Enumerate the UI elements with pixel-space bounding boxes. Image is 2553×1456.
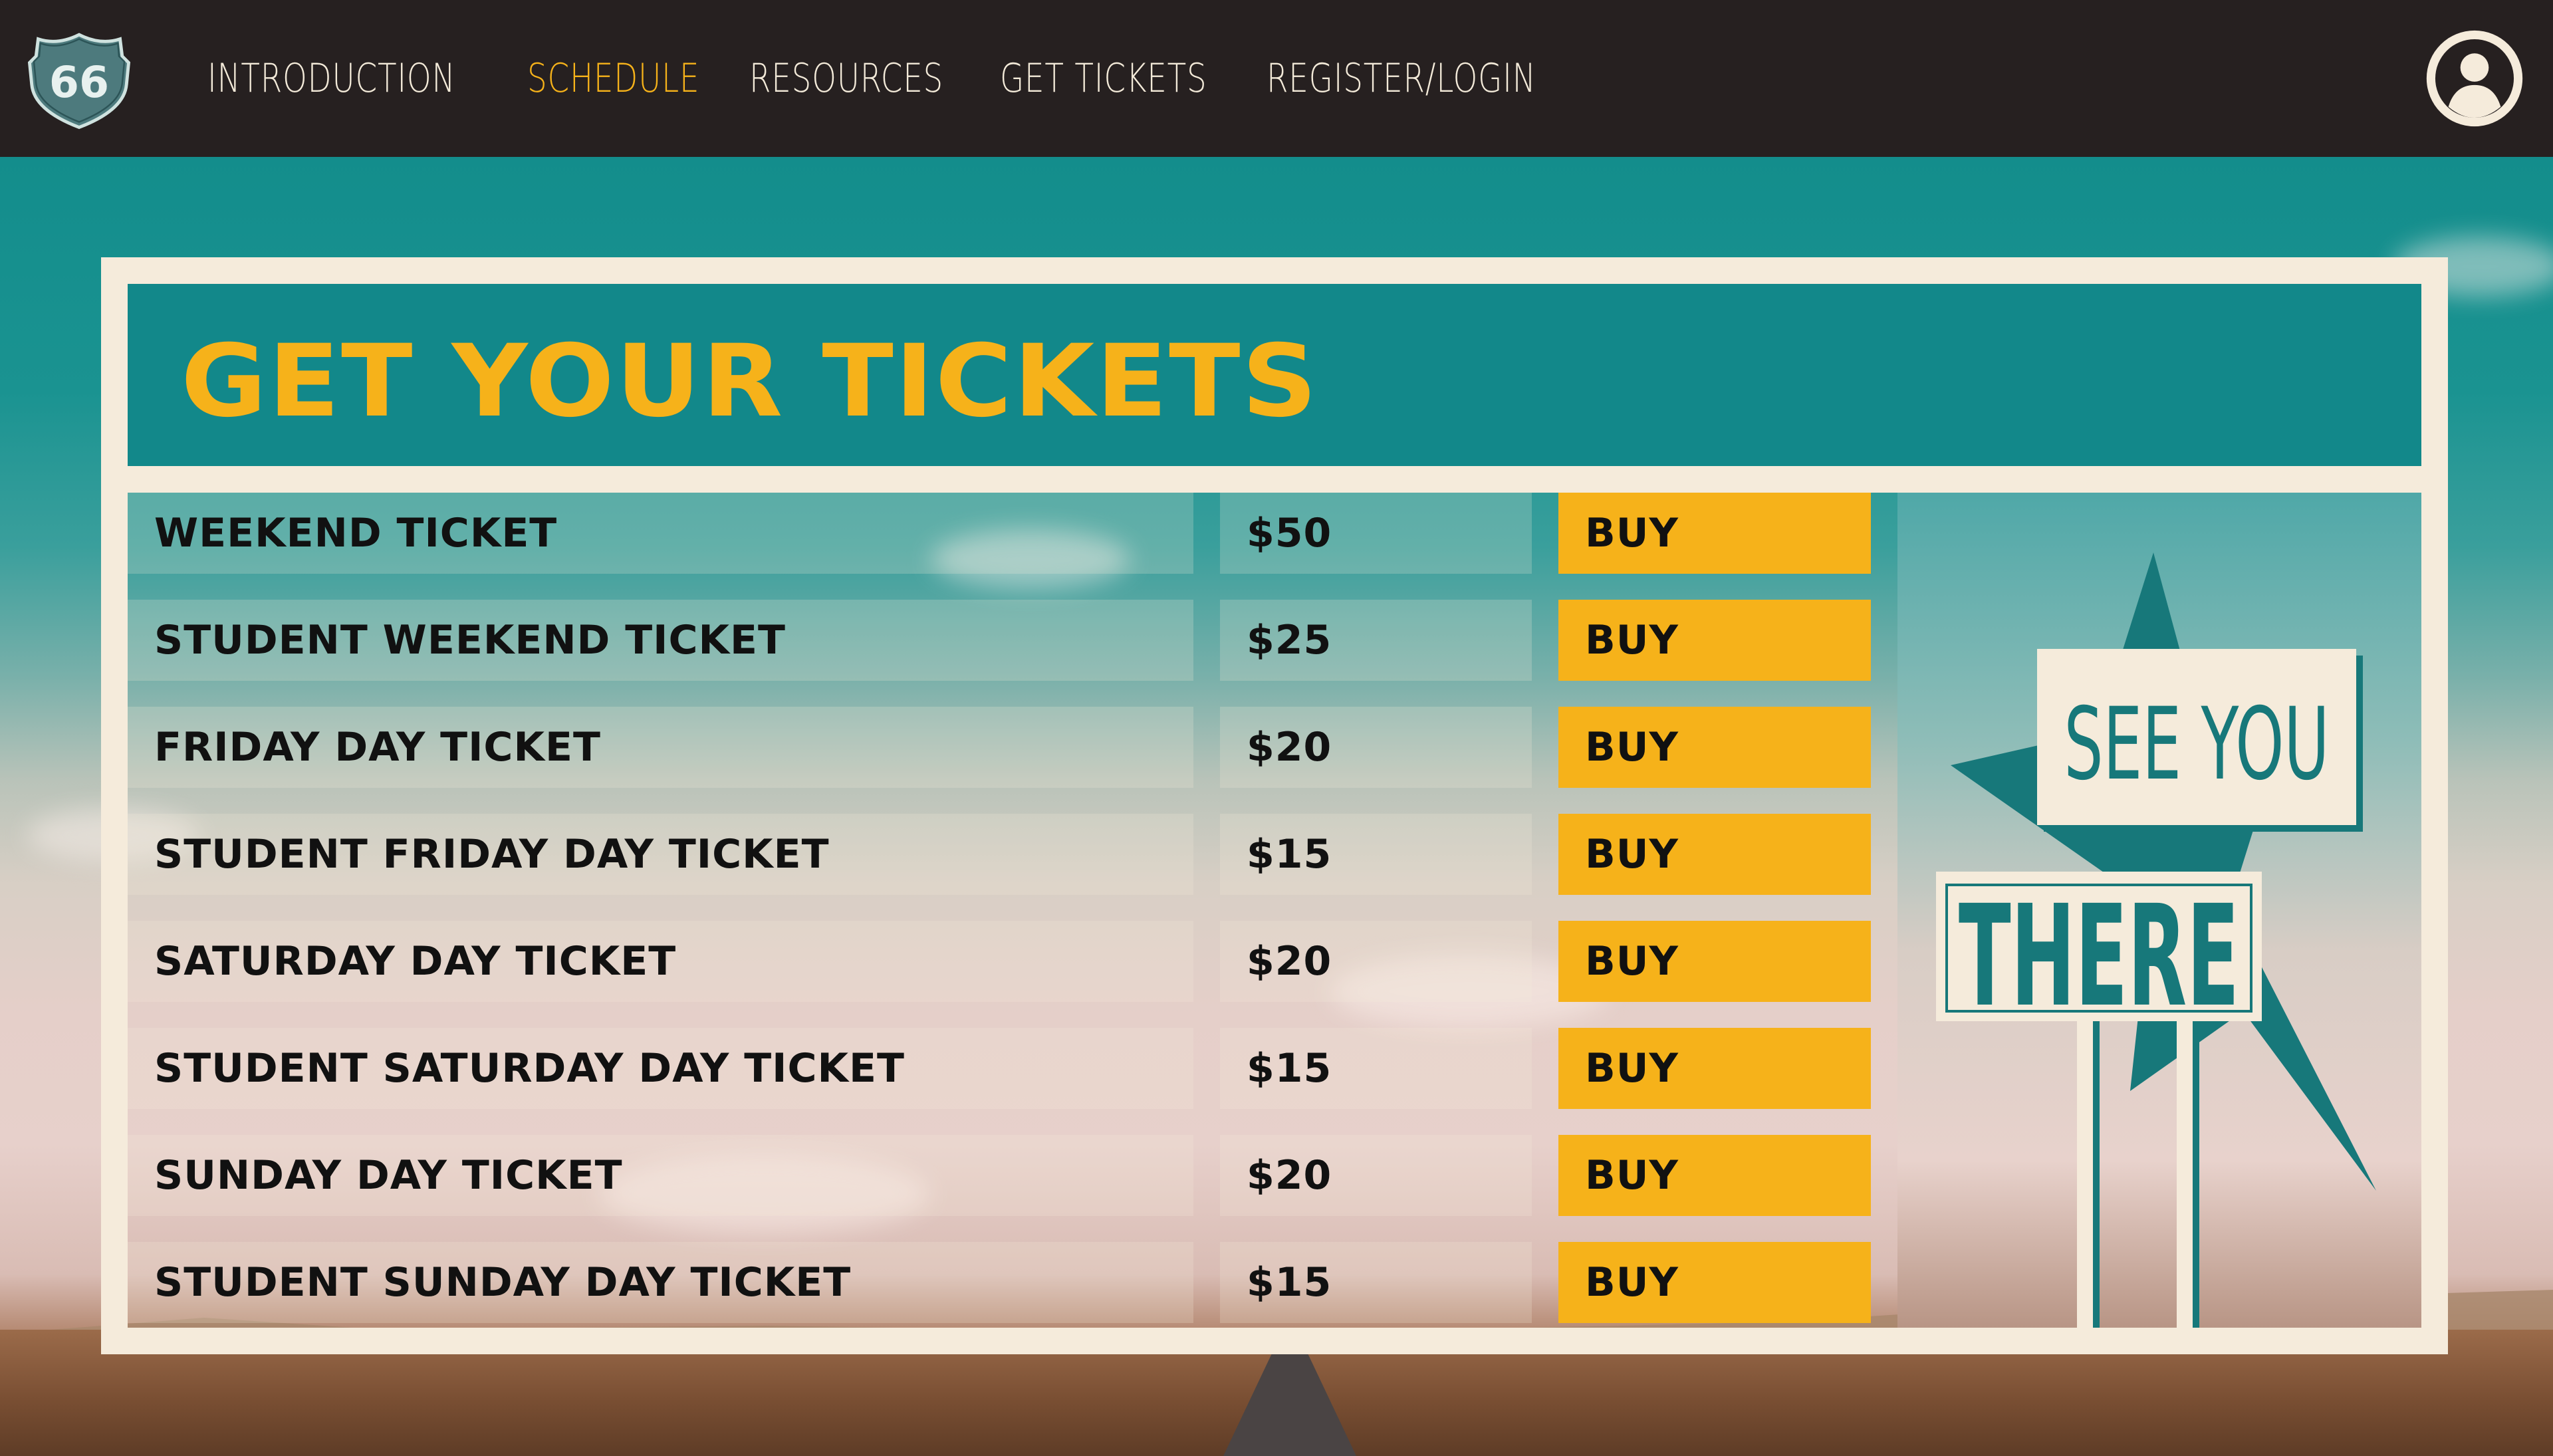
ticket-price: $20 <box>1220 921 1532 1002</box>
see-you-there-sign: SEE YOU THERE <box>1897 493 2421 1328</box>
tickets-panel: GET YOUR TICKETS WEEKEND TICKET $50 BUY … <box>101 257 2448 1354</box>
sign-line-1: SEE YOU <box>2064 687 2329 802</box>
buy-button[interactable]: BUY <box>1558 493 1871 574</box>
ticket-name: SATURDAY DAY TICKET <box>128 921 1193 1002</box>
buy-button[interactable]: BUY <box>1558 1028 1871 1109</box>
buy-button[interactable]: BUY <box>1558 921 1871 1002</box>
ticket-price: $15 <box>1220 1028 1532 1109</box>
ticket-price: $50 <box>1220 493 1532 574</box>
route-66-shield-icon[interactable]: 66 <box>25 24 133 132</box>
ticket-name: WEEKEND TICKET <box>128 493 1193 574</box>
ticket-price: $20 <box>1220 1135 1532 1216</box>
ticket-name: STUDENT SATURDAY DAY TICKET <box>128 1028 1193 1109</box>
tickets-header: GET YOUR TICKETS <box>128 284 2421 493</box>
buy-button[interactable]: BUY <box>1558 1135 1871 1216</box>
nav-link-get-tickets[interactable]: GET TICKETS <box>1000 55 1207 102</box>
ticket-row: SATURDAY DAY TICKET $20 BUY <box>128 921 1876 1002</box>
ticket-name: STUDENT FRIDAY DAY TICKET <box>128 814 1193 895</box>
nav-link-resources[interactable]: RESOURCES <box>749 55 943 102</box>
top-navbar: 66 INTRODUCTION SCHEDULE RESOURCES GET T… <box>0 0 2553 157</box>
sign-line-2: THERE <box>1959 875 2239 1037</box>
buy-button[interactable]: BUY <box>1558 707 1871 788</box>
page-title: GET YOUR TICKETS <box>181 324 1319 439</box>
nav-link-schedule[interactable]: SCHEDULE <box>527 55 699 102</box>
ticket-row: STUDENT FRIDAY DAY TICKET $15 BUY <box>128 814 1876 895</box>
ticket-row: STUDENT SATURDAY DAY TICKET $15 BUY <box>128 1028 1876 1109</box>
logo-text: 66 <box>49 58 109 108</box>
ticket-row: WEEKEND TICKET $50 BUY <box>128 493 1876 574</box>
ticket-price: $15 <box>1220 1242 1532 1323</box>
nav-link-introduction[interactable]: INTRODUCTION <box>207 55 455 102</box>
buy-button[interactable]: BUY <box>1558 600 1871 681</box>
ticket-row: STUDENT WEEKEND TICKET $25 BUY <box>128 600 1876 681</box>
ticket-name: SUNDAY DAY TICKET <box>128 1135 1193 1216</box>
ticket-row: STUDENT SUNDAY DAY TICKET $15 BUY <box>128 1242 1876 1323</box>
ticket-row: FRIDAY DAY TICKET $20 BUY <box>128 707 1876 788</box>
nav-links: INTRODUCTION SCHEDULE RESOURCES GET TICK… <box>207 0 1566 157</box>
user-profile-icon[interactable] <box>2420 24 2529 133</box>
ticket-name: STUDENT WEEKEND TICKET <box>128 600 1193 681</box>
buy-button[interactable]: BUY <box>1558 1242 1871 1323</box>
ticket-name: STUDENT SUNDAY DAY TICKET <box>128 1242 1193 1323</box>
ticket-price: $15 <box>1220 814 1532 895</box>
buy-button[interactable]: BUY <box>1558 814 1871 895</box>
ticket-row: SUNDAY DAY TICKET $20 BUY <box>128 1135 1876 1216</box>
ticket-name: FRIDAY DAY TICKET <box>128 707 1193 788</box>
ticket-price: $20 <box>1220 707 1532 788</box>
nav-link-register-login[interactable]: REGISTER/LOGIN <box>1267 55 1536 102</box>
ticket-price: $25 <box>1220 600 1532 681</box>
